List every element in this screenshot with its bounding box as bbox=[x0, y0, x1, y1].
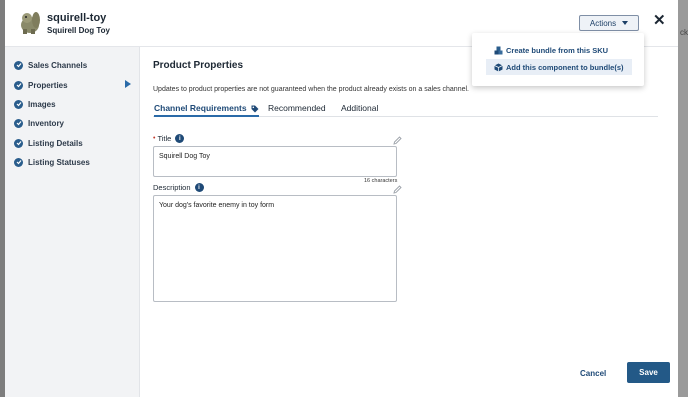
description-field-label: Description i bbox=[153, 183, 204, 192]
chevron-down-icon bbox=[622, 21, 629, 25]
sidebar-item-listing-statuses[interactable]: Listing Statuses bbox=[14, 156, 90, 168]
actions-button[interactable]: Actions bbox=[579, 15, 639, 31]
sidebar-item-label: Listing Statuses bbox=[28, 157, 90, 167]
check-circle-icon bbox=[14, 157, 23, 167]
check-circle-icon bbox=[14, 99, 23, 109]
tab-additional[interactable]: Additional bbox=[341, 103, 378, 113]
sidebar-item-label: Images bbox=[28, 99, 56, 109]
cancel-button[interactable]: Cancel bbox=[580, 369, 606, 378]
product-thumbnail bbox=[21, 12, 40, 34]
check-circle-icon bbox=[14, 138, 23, 148]
box-icon bbox=[494, 63, 503, 71]
actions-button-label: Actions bbox=[589, 18, 617, 28]
backdrop bbox=[678, 0, 688, 397]
page-title: Product Properties bbox=[153, 60, 244, 71]
sidebar-item-properties[interactable]: Properties bbox=[14, 79, 68, 91]
product-modal: squirell-toy Squirell Dog Toy Actions ✕ … bbox=[5, 0, 678, 397]
menu-item-label: Create bundle from this SKU bbox=[506, 45, 609, 55]
tab-recommended[interactable]: Recommended bbox=[268, 103, 326, 113]
info-icon[interactable]: i bbox=[194, 183, 204, 192]
sidebar-item-label: Properties bbox=[28, 80, 68, 90]
product-name: Squirell Dog Toy bbox=[47, 26, 110, 35]
title-input[interactable]: Squirell Dog Toy bbox=[153, 146, 397, 177]
sidebar-item-images[interactable]: Images bbox=[14, 98, 56, 110]
sidebar-item-listing-details[interactable]: Listing Details bbox=[14, 137, 83, 149]
product-sku: squirell-toy bbox=[47, 12, 107, 24]
background-text-fragment: ck bbox=[680, 28, 688, 37]
description-textarea[interactable]: Your dog's favorite enemy in toy form bbox=[153, 195, 397, 302]
update-notice: Updates to product properties are not gu… bbox=[153, 86, 469, 93]
title-field-label: • Title i bbox=[153, 134, 185, 143]
menu-item-label: Add this component to bundle(s) bbox=[506, 62, 624, 72]
save-button[interactable]: Save bbox=[627, 362, 670, 383]
tab-channel-requirements[interactable]: Channel Requirements bbox=[154, 103, 259, 117]
edit-pencil-icon[interactable] bbox=[393, 185, 402, 194]
sidebar-item-sales-channels[interactable]: Sales Channels bbox=[14, 59, 87, 71]
sidebar-item-label: Listing Details bbox=[28, 138, 83, 148]
description-label-text: Description bbox=[153, 183, 191, 192]
sidebar-item-inventory[interactable]: Inventory bbox=[14, 117, 64, 129]
title-char-counter: 16 characters bbox=[364, 178, 398, 184]
close-icon[interactable]: ✕ bbox=[653, 13, 666, 28]
tab-bar: Channel Requirements Recommended Additio… bbox=[153, 103, 658, 117]
sidebar-item-label: Sales Channels bbox=[28, 60, 88, 70]
menu-item-create-bundle[interactable]: Create bundle from this SKU bbox=[486, 42, 616, 58]
tab-label: Channel Requirements bbox=[154, 103, 247, 113]
active-indicator-arrow-icon bbox=[125, 80, 131, 88]
check-circle-icon bbox=[14, 118, 23, 128]
tag-icon bbox=[251, 105, 259, 113]
info-icon[interactable]: i bbox=[175, 134, 185, 143]
sidebar: Sales Channels Properties Images Invento… bbox=[5, 47, 140, 397]
title-label-text: Title bbox=[157, 134, 172, 143]
sidebar-item-label: Inventory bbox=[28, 118, 65, 128]
edit-pencil-icon[interactable] bbox=[393, 136, 402, 145]
actions-dropdown-menu: Create bundle from this SKU Add this com… bbox=[472, 33, 644, 86]
main-panel: Product Properties Updates to product pr… bbox=[140, 47, 678, 397]
menu-item-add-to-bundle[interactable]: Add this component to bundle(s) bbox=[486, 59, 632, 75]
check-circle-icon bbox=[14, 80, 23, 90]
bundle-icon bbox=[494, 46, 503, 54]
check-circle-icon bbox=[14, 60, 23, 70]
required-marker: • bbox=[153, 135, 156, 142]
